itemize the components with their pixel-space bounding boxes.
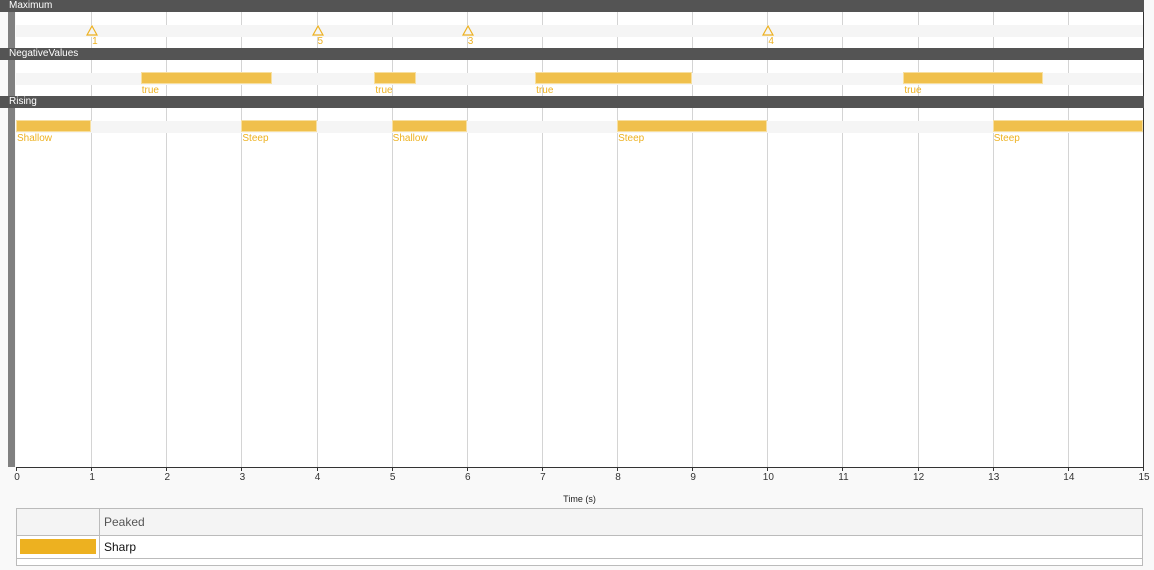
point-marker-triangle-icon[interactable] — [762, 25, 775, 36]
x-tick-label: 10 — [762, 472, 774, 483]
point-label: 5 — [317, 36, 324, 47]
region-segment[interactable] — [535, 72, 693, 84]
x-tick — [541, 467, 543, 471]
x-tick-label: 2 — [164, 472, 171, 483]
plot-area[interactable] — [16, 0, 1144, 467]
x-tick — [241, 467, 243, 471]
grid-line — [1067, 0, 1069, 467]
grid-line — [917, 0, 919, 467]
grid-line — [692, 0, 694, 467]
grid-line — [316, 0, 318, 467]
x-tick-label: 9 — [690, 472, 696, 483]
region-label: Steep — [993, 133, 1020, 144]
legend-swatch-cell — [17, 536, 100, 558]
grid-line — [541, 0, 543, 467]
track-lane — [16, 121, 1143, 133]
region-segment[interactable] — [617, 120, 768, 132]
x-tick-label: 8 — [615, 472, 621, 483]
region-segment[interactable] — [140, 72, 273, 84]
region-segment[interactable] — [391, 120, 467, 132]
region-label: Shallow — [392, 133, 428, 144]
x-tick-label: 1 — [89, 472, 95, 483]
x-tick-label: 12 — [913, 472, 925, 483]
x-tick — [992, 467, 994, 471]
x-tick-label: 14 — [1063, 472, 1075, 483]
region-label: true — [536, 85, 554, 96]
grid-line — [617, 0, 619, 467]
grid-line — [166, 0, 168, 467]
x-tick-label: 15 — [1138, 472, 1150, 483]
x-tick — [316, 467, 318, 471]
x-tick — [917, 467, 919, 471]
track-header-maximum[interactable]: Maximum — [0, 0, 1144, 12]
legend-color-header — [17, 509, 100, 535]
x-tick-label: 4 — [314, 472, 321, 483]
track-scrollbar[interactable] — [8, 12, 15, 467]
point-label: 3 — [467, 36, 474, 47]
grid-line — [391, 0, 393, 467]
point-marker-triangle-icon[interactable] — [86, 25, 99, 36]
point-label: 1 — [92, 36, 98, 47]
x-tick — [16, 467, 17, 471]
track-lane — [16, 25, 1143, 37]
x-tick — [166, 467, 168, 471]
region-label: Steep — [242, 133, 269, 144]
x-tick — [1067, 467, 1069, 471]
grid-line — [842, 0, 844, 467]
grid-line — [466, 0, 468, 467]
x-tick-label: 5 — [389, 472, 396, 483]
region-segment[interactable] — [992, 120, 1143, 132]
x-tick — [91, 467, 93, 471]
track-header-rising[interactable]: Rising — [0, 96, 1144, 108]
x-tick-label: 13 — [988, 472, 1000, 483]
point-label: 4 — [768, 36, 774, 47]
x-tick-label: 0 — [14, 472, 20, 483]
grid-line — [91, 0, 93, 467]
x-tick — [767, 467, 769, 471]
point-marker-triangle-icon[interactable] — [461, 25, 474, 36]
region-segment[interactable] — [16, 120, 92, 132]
x-tick-label: 11 — [838, 472, 849, 483]
legend-item-label[interactable]: Sharp — [100, 536, 1142, 558]
region-label: Steep — [618, 133, 645, 144]
x-tick — [692, 467, 694, 471]
region-label: true — [375, 85, 393, 96]
region-label: true — [904, 85, 922, 96]
x-tick-label: 7 — [540, 472, 546, 483]
x-tick — [842, 467, 844, 471]
x-tick — [1143, 467, 1144, 471]
region-label: Shallow — [17, 133, 53, 144]
x-tick-label: 3 — [239, 472, 246, 483]
region-segment[interactable] — [903, 72, 1044, 84]
grid-line — [241, 0, 243, 467]
x-axis — [16, 467, 1144, 468]
x-tick — [617, 467, 619, 471]
x-axis-label: Time (s) — [563, 494, 596, 504]
grid-line — [992, 0, 994, 467]
region-segment[interactable] — [374, 72, 416, 84]
region-label: true — [141, 85, 159, 96]
x-tick-label: 6 — [465, 472, 471, 483]
x-tick — [466, 467, 468, 471]
point-marker-triangle-icon[interactable] — [311, 25, 324, 36]
track-header-negativevalues[interactable]: NegativeValues — [0, 48, 1144, 60]
region-segment[interactable] — [241, 120, 317, 132]
legend-swatch — [20, 539, 96, 554]
x-tick — [391, 467, 393, 471]
grid-line — [767, 0, 769, 467]
legend-header: Peaked — [104, 515, 145, 529]
legend-table: Peaked Sharp — [16, 508, 1143, 566]
